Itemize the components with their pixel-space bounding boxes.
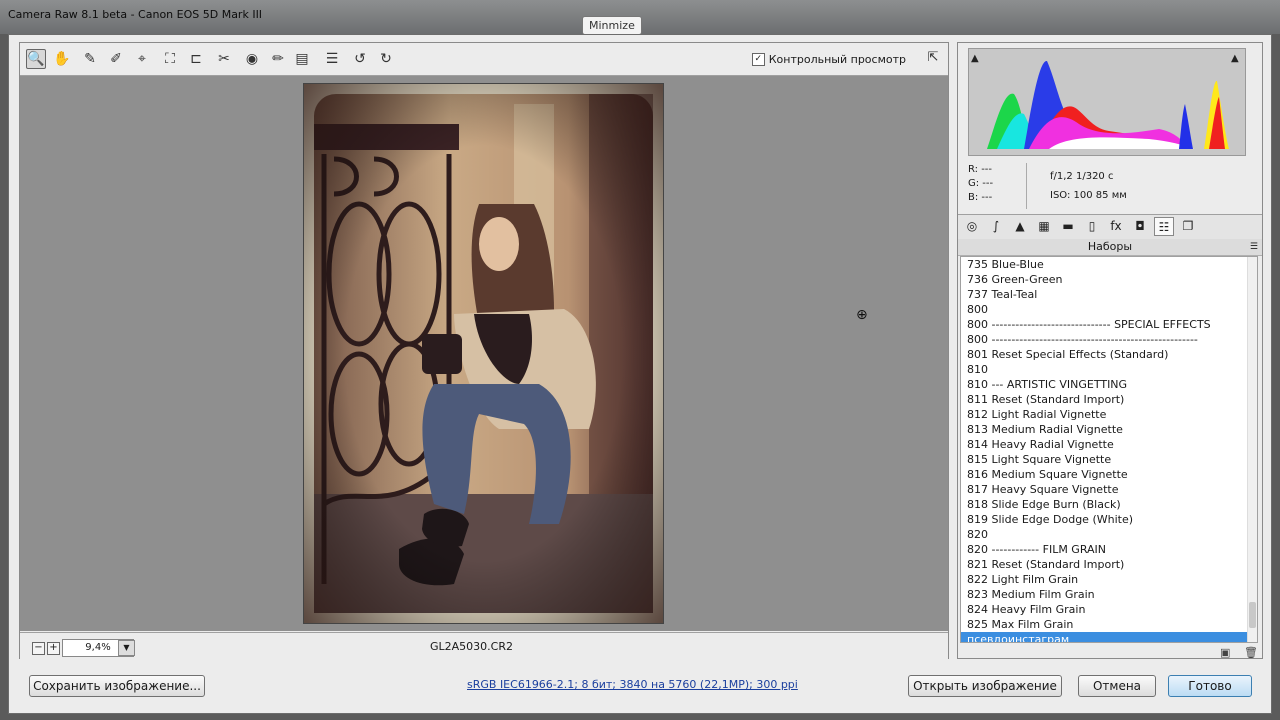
workflow-options-link[interactable]: sRGB IEC61966-2.1; 8 бит; 3840 на 5760 (… — [467, 678, 798, 691]
preset-item[interactable]: 736 Green-Green — [961, 272, 1257, 287]
preset-item[interactable]: 823 Medium Film Grain — [961, 587, 1257, 602]
photo-image — [304, 84, 663, 623]
triangle-icon[interactable]: ▲ — [1010, 217, 1030, 236]
iso-focal: ISO: 100 85 мм — [1050, 190, 1127, 201]
aperture-icon[interactable]: ◎ — [962, 217, 982, 236]
toolbar: 🔍 ✋ ✎ ✐ ⌖ ⛶ ⊏ ✂ ◉ ✏ ▤ ☰ ↺ ↻ ✓ Контрольный просмотр ⇱ — [20, 43, 948, 76]
target-adjust-icon[interactable]: ⌖ — [132, 49, 152, 69]
preset-item[interactable]: 816 Medium Square Vignette — [961, 467, 1257, 482]
red-eye-icon[interactable]: ◉ — [242, 49, 262, 69]
preset-item[interactable]: 800 ------------------------------------… — [961, 332, 1257, 347]
preset-item[interactable]: 810 --- ARTISTIC VINGETTING — [961, 377, 1257, 392]
zoom-in-button[interactable]: + — [47, 642, 60, 655]
presets-title: Наборы — [1087, 240, 1133, 253]
camera-icon[interactable]: ◘ — [1130, 217, 1150, 236]
image-canvas[interactable]: ⊕ — [20, 76, 948, 631]
preset-item[interactable]: псевдоинстаграм — [961, 632, 1257, 642]
presets-scrollbar[interactable] — [1247, 257, 1257, 642]
open-image-button[interactable]: Открыть изображение — [908, 675, 1062, 697]
preview-toggle[interactable]: ✓ Контрольный просмотр — [751, 53, 906, 66]
right-panel: ▲ ▲ R: --- G: --- B: --- f/1,2 1/320 с I… — [957, 42, 1263, 659]
preset-item[interactable]: 820 — [961, 527, 1257, 542]
g-value: G: --- — [968, 178, 994, 189]
preset-item[interactable]: 811 Reset (Standard Import) — [961, 392, 1257, 407]
histogram-graph: ▲ ▲ — [969, 49, 1245, 155]
presets-list[interactable]: 735 Blue-Blue 736 Green-Green 737 Teal-Tea… — [960, 256, 1258, 643]
preview-label: Контрольный просмотр — [768, 53, 906, 66]
preset-item[interactable]: 800 — [961, 302, 1257, 317]
panel-tabs: ◎ ∫ ▲ ▦ ▬ ▯ fx ◘ ☷ ❐ — [958, 214, 1262, 240]
sliders-icon[interactable]: ☷ — [1154, 217, 1174, 236]
scrollbar-thumb[interactable] — [1249, 602, 1256, 628]
graduated-filter-icon[interactable]: ▤ — [292, 49, 312, 69]
color-sampler-icon[interactable]: ✐ — [106, 49, 126, 69]
preset-item[interactable]: 818 Slide Edge Burn (Black) — [961, 497, 1257, 512]
hsl-icon[interactable]: ▦ — [1034, 217, 1054, 236]
preview-checkbox[interactable]: ✓ — [751, 53, 765, 66]
r-value: R: --- — [968, 164, 993, 175]
split-toning-icon[interactable]: ▬ — [1058, 217, 1078, 236]
save-image-button[interactable]: Сохранить изображение... — [29, 675, 205, 697]
aperture-shutter: f/1,2 1/320 с — [1050, 171, 1114, 182]
hand-icon[interactable]: ✋ — [52, 49, 72, 69]
b-value: B: --- — [968, 192, 993, 203]
preset-item[interactable]: 820 ------------ FILM GRAIN — [961, 542, 1257, 557]
preset-item[interactable]: 817 Heavy Square Vignette — [961, 482, 1257, 497]
filename: GL2A5030.CR2 — [430, 640, 513, 653]
editor-area: 🔍 ✋ ✎ ✐ ⌖ ⛶ ⊏ ✂ ◉ ✏ ▤ ☰ ↺ ↻ ✓ Контрольный просмотр ⇱ — [19, 42, 949, 659]
exposure-info: f/1,2 1/320 с ISO: 100 85 мм — [1050, 167, 1127, 205]
histogram: ▲ ▲ — [968, 48, 1246, 156]
camera-info: R: --- G: --- B: --- f/1,2 1/320 с ISO: … — [968, 163, 1248, 209]
trash-icon[interactable]: 🗑 — [1244, 646, 1258, 659]
window-title: Camera Raw 8.1 beta - Canon EOS 5D Mark … — [8, 8, 263, 21]
presets-menu-icon[interactable]: ☰ — [1250, 239, 1258, 255]
crop-icon[interactable]: ⛶ — [160, 49, 180, 69]
preset-item[interactable]: 813 Medium Radial Vignette — [961, 422, 1257, 437]
brush-icon[interactable]: ✏ — [268, 49, 288, 69]
preset-item[interactable]: 812 Light Radial Vignette — [961, 407, 1257, 422]
eyedropper-icon[interactable]: ✎ — [80, 49, 100, 69]
magnifier-icon[interactable]: 🔍 — [26, 49, 46, 69]
zoom-cursor-icon: ⊕ — [856, 307, 868, 323]
preset-item[interactable]: 825 Max Film Grain — [961, 617, 1257, 632]
preset-item[interactable]: 814 Heavy Radial Vignette — [961, 437, 1257, 452]
spot-removal-icon[interactable]: ✂ — [214, 49, 234, 69]
photo-preview — [303, 83, 664, 624]
list-icon[interactable]: ☰ — [322, 49, 342, 69]
new-preset-icon[interactable]: ▣ — [1220, 646, 1230, 659]
preset-item[interactable]: 821 Reset (Standard Import) — [961, 557, 1257, 572]
camera-raw-dialog: 🔍 ✋ ✎ ✐ ⌖ ⛶ ⊏ ✂ ◉ ✏ ▤ ☰ ↺ ↻ ✓ Контрольный просмотр ⇱ — [8, 34, 1272, 714]
zoom-out-button[interactable]: − — [32, 642, 45, 655]
preset-item[interactable]: 800 ------------------------------ SPECI… — [961, 317, 1257, 332]
zoom-dropdown-icon[interactable]: ▼ — [118, 640, 135, 656]
info-divider — [1026, 163, 1027, 209]
svg-text:▲: ▲ — [1231, 53, 1239, 64]
presets-header: Наборы ☰ — [958, 239, 1262, 256]
preset-item[interactable]: 815 Light Square Vignette — [961, 452, 1257, 467]
lens-icon[interactable]: ▯ — [1082, 217, 1102, 236]
preset-item[interactable]: 819 Slide Edge Dodge (White) — [961, 512, 1257, 527]
preset-item[interactable]: 801 Reset Special Effects (Standard) — [961, 347, 1257, 362]
rotate-ccw-icon[interactable]: ↺ — [350, 49, 370, 69]
snapshots-icon[interactable]: ❐ — [1178, 217, 1198, 236]
rgb-readout: R: --- G: --- B: --- — [968, 163, 993, 205]
fullscreen-icon[interactable]: ⇱ — [924, 50, 942, 68]
fx-icon[interactable]: fx — [1106, 217, 1126, 236]
preset-item[interactable]: 737 Teal-Teal — [961, 287, 1257, 302]
preset-item[interactable]: 822 Light Film Grain — [961, 572, 1257, 587]
straighten-icon[interactable]: ⊏ — [186, 49, 206, 69]
preset-item[interactable]: 810 — [961, 362, 1257, 377]
cancel-button[interactable]: Отмена — [1078, 675, 1156, 697]
rotate-cw-icon[interactable]: ↻ — [376, 49, 396, 69]
curve-icon[interactable]: ∫ — [986, 217, 1006, 236]
preset-item[interactable]: 735 Blue-Blue — [961, 257, 1257, 272]
status-bar: − + 9,4% ▼ GL2A5030.CR2 — [20, 632, 948, 659]
preset-item[interactable]: 824 Heavy Film Grain — [961, 602, 1257, 617]
done-button[interactable]: Готово — [1168, 675, 1252, 697]
minimize-tooltip: Minmize — [582, 16, 642, 35]
svg-text:▲: ▲ — [971, 53, 979, 64]
